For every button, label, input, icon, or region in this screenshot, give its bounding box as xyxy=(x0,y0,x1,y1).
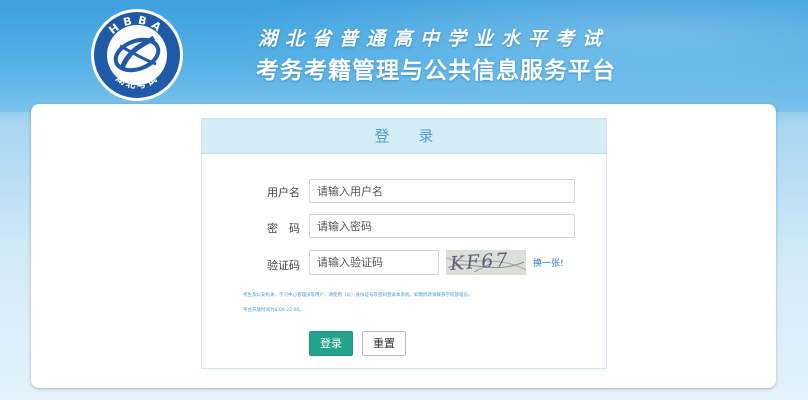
captcha-input[interactable] xyxy=(309,250,439,275)
reset-button[interactable]: 重置 xyxy=(362,331,406,356)
login-panel-title: 登 录 xyxy=(202,119,606,154)
open-hours-note: 平台开放时间为8:00-22:00。 xyxy=(243,308,304,313)
login-note: 考生及公安机关、学习中心管理员等用户，请使用（公）身份证号及密码登录本系统，如需… xyxy=(243,293,473,298)
username-input[interactable] xyxy=(309,179,575,203)
login-button[interactable]: 登录 xyxy=(309,331,353,356)
hbba-logo: HBBA 湖北考试 xyxy=(91,9,183,101)
password-input[interactable] xyxy=(309,214,575,238)
site-header: HBBA 湖北考试 湖北省普通高中学业水平考试 考务考籍管理与公共信息服务平台 xyxy=(0,0,808,112)
refresh-captcha-link[interactable]: 换一张! xyxy=(533,256,564,269)
password-label: 密 码 xyxy=(267,222,300,235)
header-title-line1: 湖北省普通高中学业水平考试 xyxy=(258,28,610,50)
header-title-line2: 考务考籍管理与公共信息服务平台 xyxy=(256,58,616,84)
captcha-text: KF67 xyxy=(449,250,511,275)
captcha-image[interactable]: KF67 xyxy=(446,250,526,275)
username-label: 用户名 xyxy=(267,186,300,199)
captcha-label: 验证码 xyxy=(267,259,300,272)
